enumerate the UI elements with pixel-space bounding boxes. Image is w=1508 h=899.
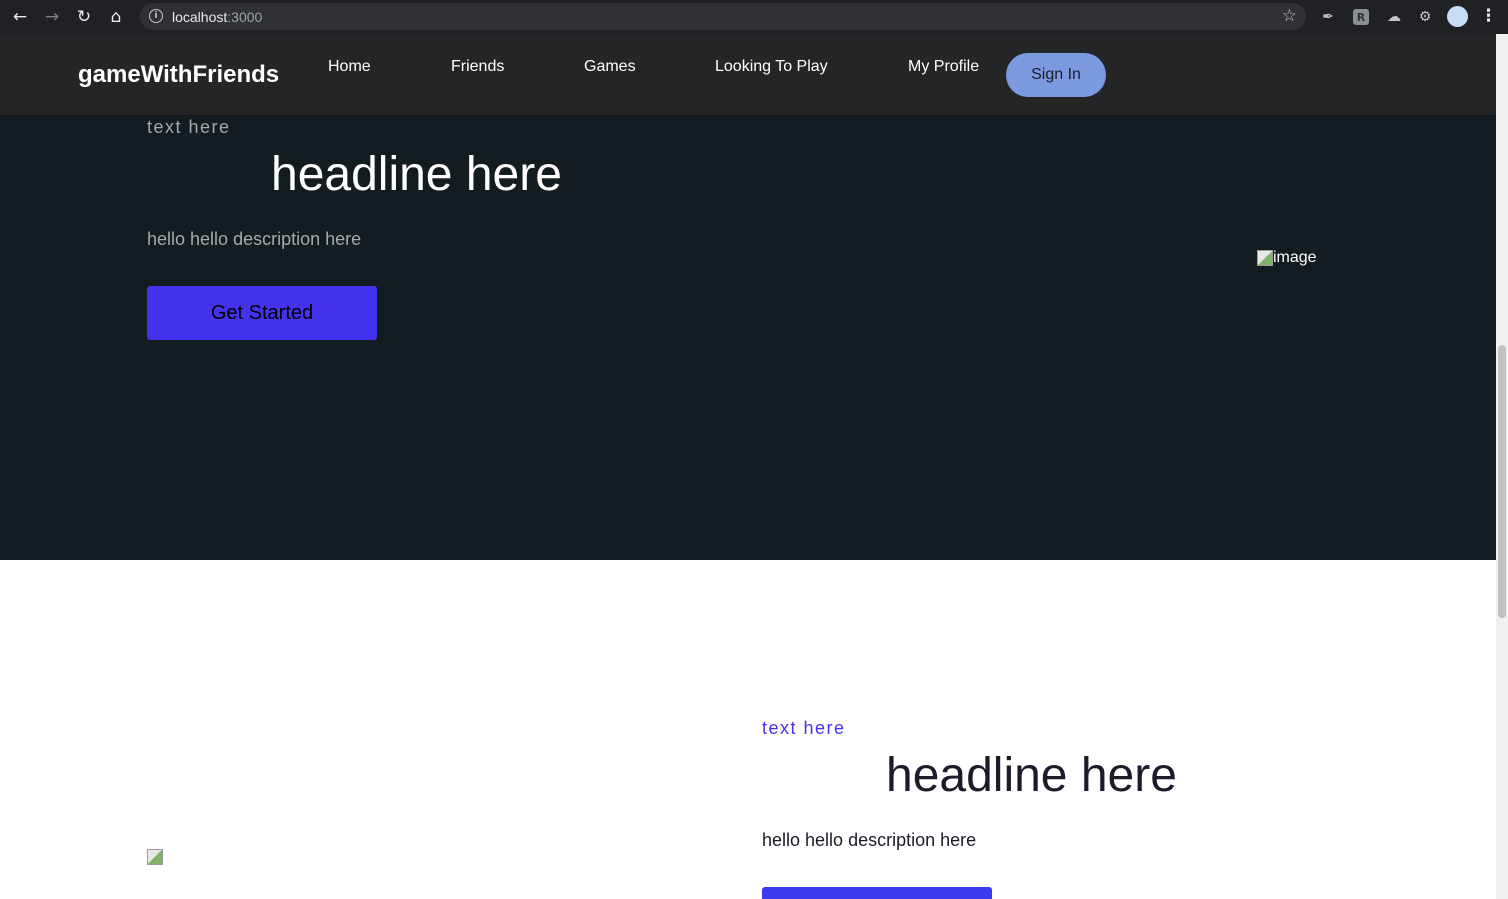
- profile-avatar[interactable]: [1447, 6, 1468, 27]
- hero-eyebrow: text here: [147, 117, 231, 137]
- home-icon[interactable]: ⌂: [105, 6, 127, 28]
- hero-image: image: [1257, 249, 1317, 267]
- page-viewport: text here headline here hello hello desc…: [0, 34, 1496, 899]
- feature-cta-button[interactable]: [762, 887, 992, 899]
- puzzle-extensions-icon[interactable]: ⚙: [1415, 7, 1435, 27]
- nav-home[interactable]: Home: [328, 58, 371, 76]
- scrollbar-thumb[interactable]: [1498, 345, 1506, 618]
- get-started-button[interactable]: Get Started: [147, 286, 377, 340]
- url-host: localhost: [172, 9, 228, 25]
- forward-icon[interactable]: →: [41, 6, 63, 28]
- broken-image-icon: [1257, 250, 1273, 266]
- broken-image-icon: [147, 849, 163, 865]
- feature-description: hello hello description here: [762, 830, 977, 850]
- feature-eyebrow: text here: [762, 718, 846, 738]
- hero-image-alt: image: [1273, 249, 1317, 266]
- hero-description: hello hello description here: [147, 229, 362, 249]
- nav-games[interactable]: Games: [584, 58, 636, 76]
- url-port: :3000: [227, 9, 263, 25]
- hero-headline: headline here: [271, 148, 562, 201]
- address-url[interactable]: localhost:3000: [172, 9, 262, 25]
- nav-looking-to-play[interactable]: Looking To Play: [715, 58, 828, 76]
- feature-headline: headline here: [886, 749, 1177, 802]
- bookmark-star-icon[interactable]: ☆: [1282, 6, 1297, 26]
- cloud-extension-icon[interactable]: ☁: [1384, 7, 1404, 27]
- browser-menu-icon[interactable]: ⋮: [1480, 6, 1497, 26]
- site-logo[interactable]: gameWithFriends: [78, 61, 279, 89]
- feature-image: [147, 849, 163, 870]
- sign-in-button[interactable]: Sign In: [1006, 53, 1106, 97]
- app-navbar: gameWithFriends Home Friends Games Looki…: [0, 34, 1496, 115]
- translate-extension-icon[interactable]: R: [1353, 9, 1369, 25]
- nav-my-profile[interactable]: My Profile: [908, 58, 979, 76]
- back-icon[interactable]: ←: [9, 6, 31, 28]
- pen-extension-icon[interactable]: ✒: [1318, 7, 1338, 27]
- site-info-icon[interactable]: i: [149, 9, 163, 23]
- nav-friends[interactable]: Friends: [451, 58, 504, 76]
- address-bar[interactable]: i localhost:3000 ☆: [140, 3, 1306, 30]
- browser-toolbar: ← → ↻ ⌂ i localhost:3000 ☆ ✒ R ☁ ⚙ ⋮: [0, 0, 1508, 34]
- reload-icon[interactable]: ↻: [73, 6, 95, 28]
